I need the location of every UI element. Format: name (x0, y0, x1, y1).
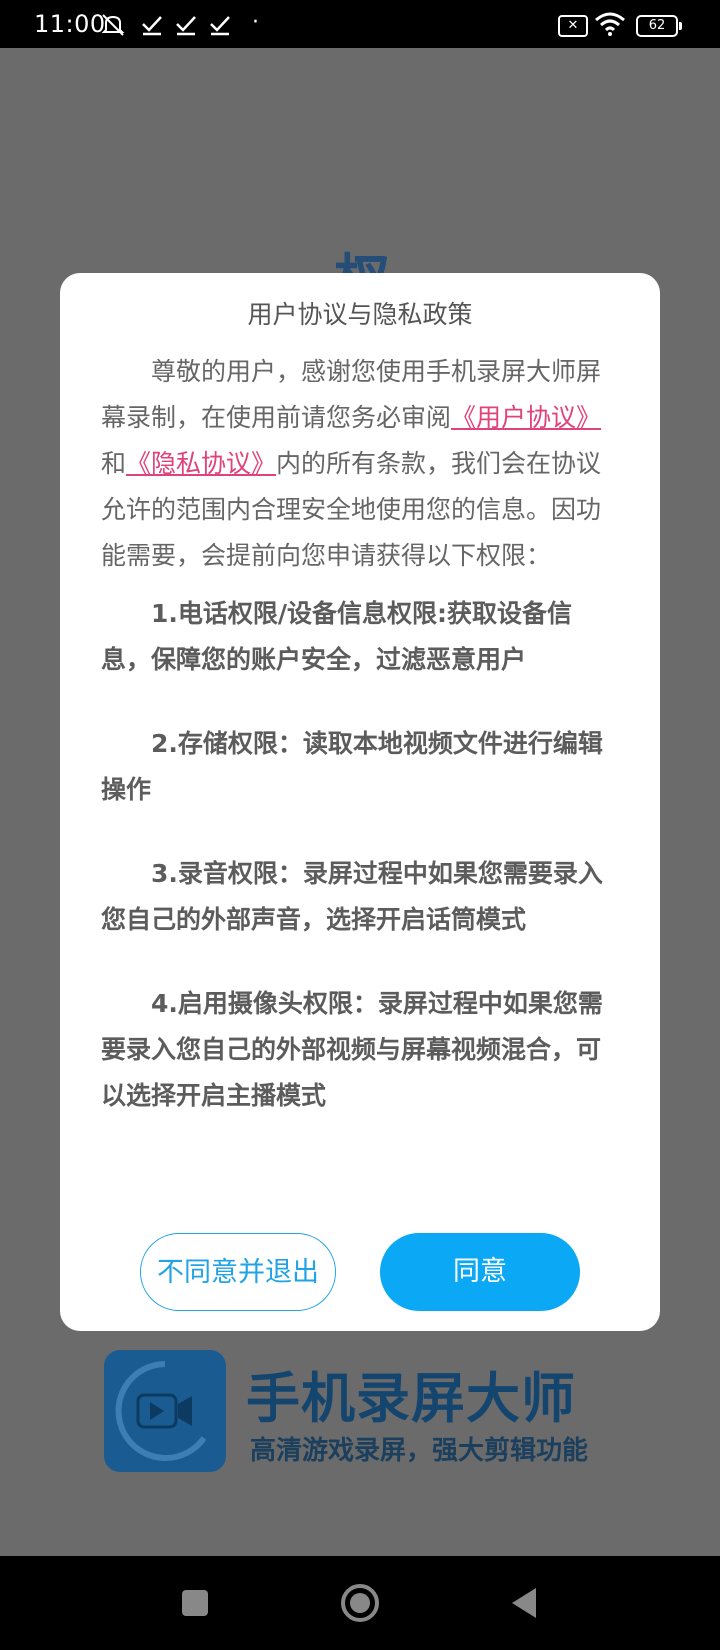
sim-x-icon: ✕ (558, 15, 588, 37)
decline-exit-button[interactable]: 不同意并退出 (140, 1233, 336, 1311)
user-agreement-link[interactable]: 《用户协议》 (451, 403, 601, 432)
intro-and: 和 (101, 449, 127, 478)
check-icon (176, 16, 196, 36)
back-icon[interactable] (500, 1578, 550, 1628)
status-bar: 11:00 · ✕ 62 (0, 0, 720, 48)
agree-button[interactable]: 同意 (380, 1233, 580, 1311)
dialog-title: 用户协议与隐私政策 (247, 300, 473, 329)
brand-name: 手机录屏大师 (246, 1367, 576, 1430)
recents-icon[interactable] (170, 1578, 220, 1628)
brand-banner: 手机录屏大师 高清游戏录屏，强大剪辑功能 (104, 1350, 664, 1474)
navigation-bar (0, 1556, 720, 1650)
bell-off-icon (101, 14, 125, 36)
intro-paragraph: 尊敬的用户，感谢您使用手机录屏大师屏幕录制，在使用前请您务必审阅《用户协议》和《… (101, 349, 621, 579)
home-icon[interactable] (335, 1578, 385, 1628)
app-logo (104, 1350, 226, 1472)
permission-camera: 4.启用摄像头权限：录屏过程中如果您需要录入您自己的外部视频与屏幕视频混合，可以… (101, 989, 603, 1110)
status-time: 11:00 (34, 10, 106, 38)
video-camera-icon (115, 1361, 207, 1461)
agreement-dialog: 用户协议与隐私政策 尊敬的用户，感谢您使用手机录屏大师屏幕录制，在使用前请您务必… (60, 273, 660, 1331)
permission-storage: 2.存储权限：读取本地视频文件进行编辑操作 (101, 729, 603, 804)
check-icon (142, 16, 162, 36)
permission-audio: 3.录音权限：录屏过程中如果您需要录入您自己的外部声音，选择开启话筒模式 (101, 859, 603, 934)
dot-icon: · (252, 10, 259, 35)
brand-slogan: 高清游戏录屏，强大剪辑功能 (250, 1436, 589, 1466)
permission-phone: 1.电话权限/设备信息权限:获取设备信息，保障您的账户安全，过滤恶意用户 (101, 599, 573, 674)
dialog-body[interactable]: 尊敬的用户，感谢您使用手机录屏大师屏幕录制，在使用前请您务必审阅《用户协议》和《… (101, 349, 621, 1209)
check-icon (210, 16, 230, 36)
privacy-policy-link[interactable]: 《隐私协议》 (126, 449, 276, 478)
wifi-icon (595, 12, 625, 36)
battery-icon: 62 (636, 15, 682, 37)
